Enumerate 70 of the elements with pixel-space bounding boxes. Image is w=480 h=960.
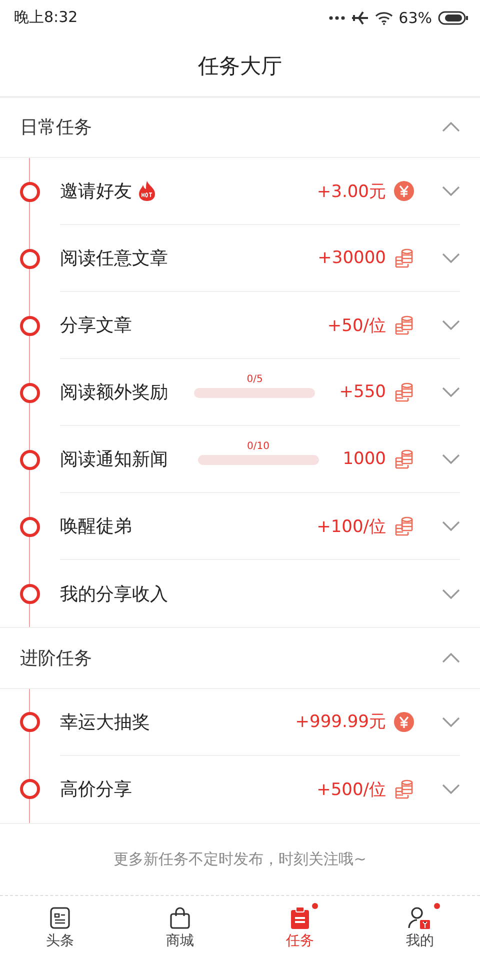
task-name: 阅读通知新闻 bbox=[60, 448, 168, 472]
task-reward: +500/位 bbox=[316, 778, 386, 801]
chevron-up-icon[interactable] bbox=[442, 652, 460, 663]
chevron-up-icon[interactable] bbox=[442, 122, 460, 132]
news-icon bbox=[50, 906, 70, 929]
hot-flame-icon bbox=[136, 180, 158, 202]
timeline-node bbox=[20, 516, 40, 537]
task-reward: +50/位 bbox=[327, 314, 386, 337]
battery-icon bbox=[438, 10, 468, 25]
chevron-down-icon[interactable] bbox=[442, 387, 460, 398]
user-icon bbox=[408, 906, 432, 929]
more-dots-icon bbox=[328, 16, 345, 20]
nav-tab[interactable]: 商城 bbox=[120, 896, 240, 960]
task-name: 我的分享收入 bbox=[60, 582, 168, 606]
coin-stack-icon bbox=[394, 315, 414, 336]
section-title: 日常任务 bbox=[20, 116, 92, 140]
task-name: 邀请好友 bbox=[60, 180, 132, 204]
progress-count: 0/10 bbox=[247, 441, 270, 452]
task-name: 分享文章 bbox=[60, 314, 132, 338]
shopping-bag-icon bbox=[170, 906, 190, 929]
task-reward: +550 bbox=[339, 382, 386, 402]
footer-note: 更多新任务不定时发布，时刻关注哦~ bbox=[114, 850, 366, 869]
timeline-node bbox=[20, 584, 40, 604]
task-reward: +999.99元 bbox=[295, 711, 386, 734]
timeline-node bbox=[20, 316, 40, 336]
chevron-down-icon[interactable] bbox=[442, 320, 460, 330]
task-name: 阅读额外奖励 bbox=[60, 381, 168, 404]
task-reward: +100/位 bbox=[316, 516, 386, 538]
wifi-icon bbox=[374, 10, 393, 25]
chevron-down-icon[interactable] bbox=[442, 253, 460, 264]
battery-percent: 63% bbox=[398, 8, 432, 27]
chevron-down-icon[interactable] bbox=[442, 521, 460, 532]
task-name: 唤醒徒弟 bbox=[60, 515, 132, 538]
notification-dot bbox=[312, 902, 318, 909]
status-time: 晚上8:32 bbox=[14, 8, 78, 28]
task-name: 阅读任意文章 bbox=[60, 247, 168, 270]
task-reward: 1000 bbox=[342, 449, 386, 470]
section-header[interactable]: 进阶任务 bbox=[0, 627, 480, 689]
clipboard-icon bbox=[290, 906, 310, 929]
nav-tab[interactable]: 我的 bbox=[360, 896, 480, 960]
task-name: 幸运大抽奖 bbox=[60, 710, 150, 734]
coin-stack-icon bbox=[394, 248, 414, 268]
chevron-down-icon[interactable] bbox=[442, 588, 460, 599]
section-title: 进阶任务 bbox=[20, 646, 92, 670]
task-reward: +3.00元 bbox=[316, 180, 386, 203]
timeline-node bbox=[20, 712, 40, 732]
progress-count: 0/5 bbox=[246, 374, 263, 386]
nav-tab[interactable]: 头条 bbox=[0, 896, 120, 960]
chevron-down-icon[interactable] bbox=[442, 454, 460, 464]
coin-stack-icon bbox=[394, 382, 414, 402]
timeline-node bbox=[20, 248, 40, 269]
task-name: 高价分享 bbox=[60, 778, 132, 802]
chevron-down-icon[interactable] bbox=[442, 784, 460, 794]
timeline-node bbox=[20, 779, 40, 800]
timeline-node bbox=[20, 450, 40, 470]
nav-tab[interactable]: 任务 bbox=[240, 896, 360, 960]
coin-stack-icon bbox=[394, 779, 414, 800]
airplane-icon bbox=[350, 10, 369, 25]
coin-stack-icon bbox=[394, 516, 414, 536]
task-reward: +30000 bbox=[318, 248, 386, 268]
coin-stack-icon bbox=[394, 449, 414, 470]
yen-coin-icon bbox=[394, 712, 414, 732]
chevron-down-icon[interactable] bbox=[442, 186, 460, 196]
timeline-node bbox=[20, 382, 40, 403]
yen-coin-icon bbox=[394, 181, 414, 202]
notification-dot bbox=[434, 902, 440, 909]
section-header[interactable]: 日常任务 bbox=[0, 96, 480, 158]
page-title: 任务大厅 bbox=[198, 52, 282, 80]
chevron-down-icon[interactable] bbox=[442, 716, 460, 727]
timeline-node bbox=[20, 182, 40, 202]
